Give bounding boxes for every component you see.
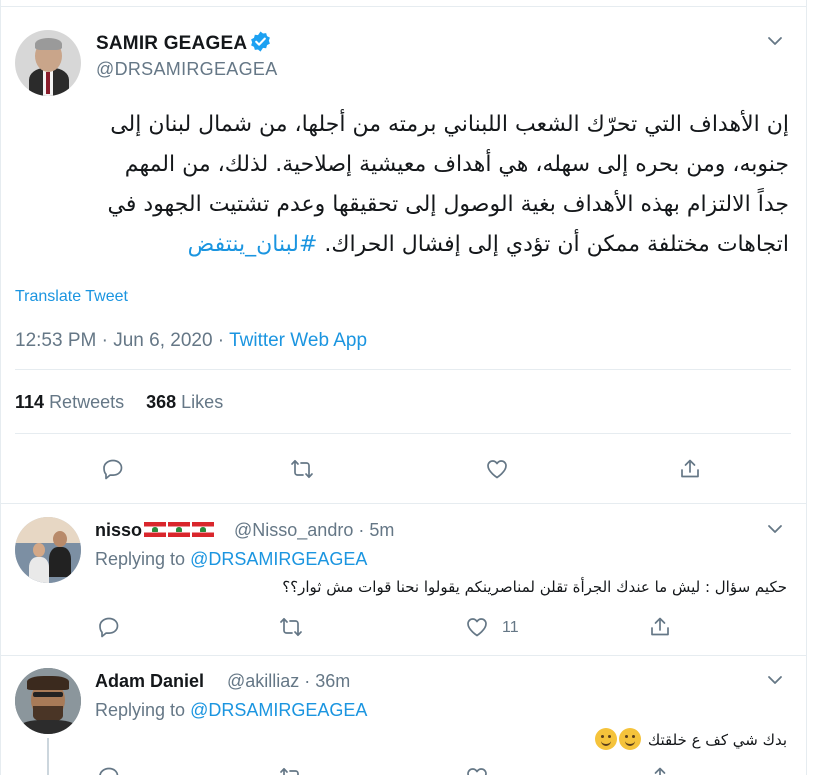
reply-handle-time[interactable]: @akilliaz · 36m [227, 671, 350, 692]
chevron-down-icon[interactable] [766, 520, 784, 538]
retweet-button[interactable] [279, 765, 303, 775]
reply-button[interactable] [97, 615, 121, 639]
author-avatar[interactable] [15, 30, 81, 96]
rolling-eyes-emoji-icon [619, 728, 642, 750]
like-count: 11 [502, 619, 519, 636]
share-button[interactable] [678, 457, 702, 481]
share-button[interactable] [648, 765, 672, 775]
like-button[interactable] [485, 457, 509, 481]
tweet-timestamp: 12:53 PM · Jun 6, 2020 · Twitter Web App [15, 330, 367, 352]
retweet-icon [280, 617, 302, 637]
reply-icon [99, 617, 119, 638]
reply-handle-time[interactable]: @Nisso_andro · 5m [234, 520, 394, 541]
hashtag-link[interactable]: #لبنان_ينتفض [188, 232, 318, 257]
tweet-text-line: جنوبه، ومن بحره إلى سهله، هي أهداف معيشي… [124, 152, 789, 177]
reply-author-name[interactable]: nisso [95, 520, 215, 541]
tweet-time[interactable]: 12:53 PM · Jun 6, 2020 · [15, 330, 229, 351]
like-icon [467, 618, 487, 637]
like-icon [467, 768, 487, 775]
reply-text-content: بدك شي كف ع خلقتك [647, 731, 787, 749]
share-icon [681, 459, 699, 478]
replying-to-link[interactable]: @DRSAMIRGEAGEA [190, 549, 367, 569]
retweet-icon [280, 767, 299, 775]
tweet-text-line: اتجاهات مختلفة ممكن أن تؤدي إلى إفشال ال… [14, 225, 789, 265]
replying-to-link[interactable]: @DRSAMIRGEAGEA [190, 700, 367, 720]
reply-author-name-text: nisso [95, 520, 143, 540]
thread-line [47, 738, 49, 775]
retweet-button[interactable] [279, 615, 303, 639]
lebanon-flag-icon [168, 522, 191, 537]
author-name[interactable]: SAMIR GEAGEA [96, 33, 247, 55]
reply-avatar[interactable] [15, 517, 81, 583]
retweets-count[interactable]: 114 [15, 392, 44, 412]
lebanon-flag-icon [144, 522, 167, 537]
verified-badge-icon [251, 31, 270, 52]
author-handle[interactable]: @DRSAMIRGEAGEA [96, 59, 278, 80]
likes-label[interactable]: Likes [181, 392, 223, 412]
tweet-text-line: جداً الالتزام بهذه الأهداف بغية الوصول إ… [107, 192, 789, 217]
like-icon [487, 460, 507, 479]
retweets-label[interactable]: Retweets [49, 392, 124, 412]
smiling-face-emoji-icon [595, 728, 618, 750]
replying-to: Replying to @DRSAMIRGEAGEA [95, 549, 367, 570]
tweet-text: إن الأهداف التي تحرّك الشعب اللبناني برم… [14, 105, 789, 265]
likes-count[interactable]: 368 [146, 392, 176, 412]
retweet-icon [291, 459, 313, 479]
translate-tweet-link[interactable]: Translate Tweet [15, 288, 128, 306]
reply-button[interactable] [97, 765, 121, 775]
source-app-link[interactable]: Twitter Web App [229, 330, 367, 351]
reply-text: بدك شي كف ع خلقتك [595, 728, 787, 750]
lebanon-flag-icon [192, 522, 215, 537]
tweet-text-line-end: اتجاهات مختلفة ممكن أن تؤدي إلى إفشال ال… [324, 232, 789, 257]
tweet-text-line: إن الأهداف التي تحرّك الشعب اللبناني برم… [110, 112, 789, 137]
chevron-down-icon[interactable] [766, 671, 784, 689]
like-button[interactable] [465, 765, 489, 775]
replying-to-prefix: Replying to [95, 700, 191, 720]
like-button[interactable] [465, 615, 489, 639]
main-tweet: SAMIR GEAGEA @DRSAMIRGEAGEA إن الأهداف ا… [0, 7, 806, 503]
reply-icon [99, 767, 119, 775]
share-icon [654, 767, 666, 775]
share-button[interactable] [648, 615, 672, 639]
reply-button[interactable] [101, 457, 125, 481]
reply-icon [103, 459, 123, 480]
reply-text: حكيم سؤال : ليش ما عندك الجرأة تقلن لمنا… [282, 578, 787, 596]
chevron-down-icon[interactable] [766, 32, 784, 50]
retweet-button[interactable] [290, 457, 314, 481]
tweet-stats: 114 Retweets 368 Likes [15, 392, 223, 413]
reply-avatar[interactable] [15, 668, 81, 734]
replying-to-prefix: Replying to [95, 549, 191, 569]
share-icon [651, 617, 669, 636]
reply-author-name[interactable]: Adam Daniel [95, 671, 204, 692]
replying-to: Replying to @DRSAMIRGEAGEA [95, 700, 367, 721]
